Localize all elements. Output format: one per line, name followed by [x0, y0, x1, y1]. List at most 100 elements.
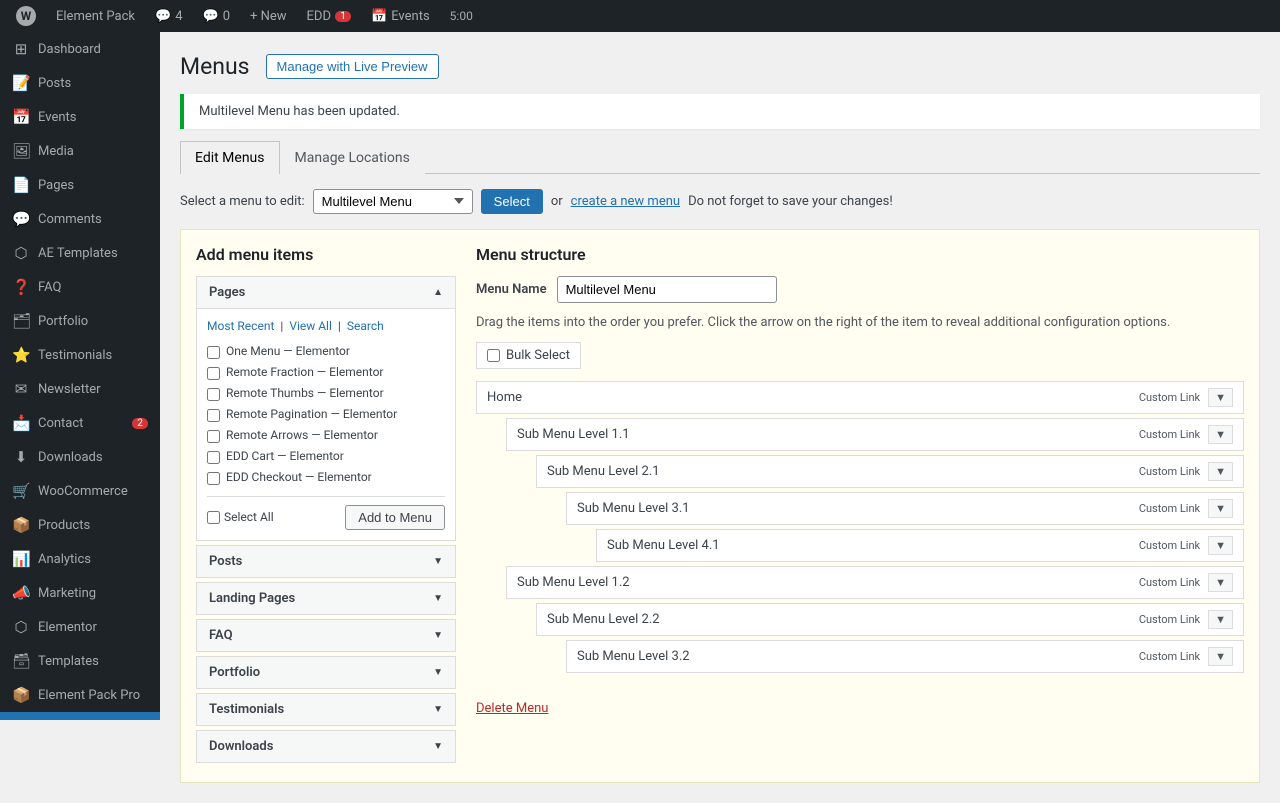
sidebar-item-contact[interactable]: 📩 Contact 2	[0, 406, 160, 440]
sidebar-item-newsletter[interactable]: ✉ Newsletter	[0, 372, 160, 406]
page-title: Menus	[180, 52, 250, 82]
delete-menu-link[interactable]: Delete Menu	[476, 701, 548, 716]
accordion-portfolio-title[interactable]: Portfolio ▼	[197, 657, 455, 688]
accordion-pages-title[interactable]: Pages ▲	[197, 277, 455, 308]
downloads-icon: ⬇	[12, 448, 30, 466]
sub-1-1-expand-arrow[interactable]: ▼	[1208, 425, 1233, 444]
sidebar-item-downloads[interactable]: ⬇ Downloads	[0, 440, 160, 474]
sub-1-2-expand-arrow[interactable]: ▼	[1208, 573, 1233, 592]
most-recent-tab[interactable]: Most Recent	[207, 319, 274, 333]
accordion-downloads-title[interactable]: Downloads ▼	[197, 731, 455, 762]
menu-item-sub-3-2[interactable]: Sub Menu Level 3.2 Custom Link ▼	[566, 640, 1244, 673]
tab-manage-locations[interactable]: Manage Locations	[280, 141, 425, 174]
sidebar-item-events[interactable]: 📅 Events	[0, 100, 160, 134]
bulk-select-label[interactable]: Bulk Select	[476, 342, 581, 369]
menu-item-sub-1-1[interactable]: Sub Menu Level 1.1 Custom Link ▼	[506, 418, 1244, 451]
menu-item-sub-3-1[interactable]: Sub Menu Level 3.1 Custom Link ▼	[566, 492, 1244, 525]
sub-2-1-expand-arrow[interactable]: ▼	[1208, 462, 1233, 481]
page-item-1[interactable]: Remote Fraction — Elementor	[207, 362, 445, 383]
comment-icon: 💬	[155, 9, 171, 24]
faq-chevron-icon: ▼	[433, 630, 443, 641]
admin-bar-time: 5:00	[442, 9, 481, 23]
sidebar-item-ae-templates[interactable]: ⬡ AE Templates	[0, 236, 160, 270]
page-item-5[interactable]: EDD Cart — Elementor	[207, 446, 445, 467]
page-item-4[interactable]: Remote Arrows — Elementor	[207, 425, 445, 446]
accordion-testimonials: Testimonials ▼	[196, 693, 456, 726]
admin-bar-events[interactable]: 📅 Events	[363, 0, 438, 32]
sub-4-1-expand-arrow[interactable]: ▼	[1208, 536, 1233, 555]
accordion-pages-content: Most Recent | View All | Search One Menu…	[197, 308, 455, 540]
manage-preview-button[interactable]: Manage with Live Preview	[266, 54, 439, 79]
faq-icon: ❓	[12, 278, 30, 296]
sidebar-item-elementor[interactable]: ⬡ Elementor	[0, 610, 160, 644]
accordion-posts-title[interactable]: Posts ▼	[197, 546, 455, 577]
admin-bar-new[interactable]: + New	[242, 0, 295, 32]
menu-name-row: Menu Name	[476, 276, 1244, 303]
sidebar-item-pages[interactable]: 📄 Pages	[0, 168, 160, 202]
wpbody-content: Menus Manage with Live Preview Multileve…	[160, 32, 1280, 803]
add-menu-items-panel: Add menu items Pages ▲ Most Recent |	[196, 245, 456, 767]
sidebar-item-woocommerce[interactable]: 🛒 WooCommerce	[0, 474, 160, 508]
menu-name-label: Menu Name	[476, 282, 547, 297]
wp-logo[interactable]: W	[8, 0, 44, 32]
admin-bar: W Element Pack 💬 4 💬 0 + New EDD 1 📅 Eve…	[0, 0, 1280, 32]
sidebar-item-products[interactable]: 📦 Products	[0, 508, 160, 542]
update-notice: Multilevel Menu has been updated.	[180, 94, 1260, 129]
menu-structure-heading: Menu structure	[476, 245, 1244, 264]
sidebar-item-testimonials[interactable]: ⭐ Testimonials	[0, 338, 160, 372]
menu-item-sub-1-2[interactable]: Sub Menu Level 1.2 Custom Link ▼	[506, 566, 1244, 599]
menu-select-dropdown[interactable]: Multilevel Menu	[313, 189, 473, 214]
menu-item-sub-4-1[interactable]: Sub Menu Level 4.1 Custom Link ▼	[596, 529, 1244, 562]
page-item-2[interactable]: Remote Thumbs — Elementor	[207, 383, 445, 404]
accordion-faq-title[interactable]: FAQ ▼	[197, 620, 455, 651]
sidebar-item-appearance[interactable]: 🎨 Appearance	[0, 712, 160, 720]
accordion-landing-pages: Landing Pages ▼	[196, 582, 456, 615]
sidebar-item-faq[interactable]: ❓ FAQ	[0, 270, 160, 304]
sidebar-item-posts[interactable]: 📝 Posts	[0, 66, 160, 100]
edd-badge: 1	[335, 11, 351, 22]
add-to-menu-button[interactable]: Add to Menu	[345, 505, 445, 530]
updates-icon: 💬	[203, 9, 219, 24]
landing-pages-chevron-icon: ▼	[433, 593, 443, 604]
search-tab[interactable]: Search	[347, 319, 384, 333]
sidebar-item-dashboard[interactable]: ⊞ Dashboard	[0, 32, 160, 66]
accordion-testimonials-title[interactable]: Testimonials ▼	[197, 694, 455, 725]
admin-bar-comments[interactable]: 💬 4	[147, 0, 191, 32]
home-expand-arrow[interactable]: ▼	[1208, 388, 1233, 407]
menu-name-input[interactable]	[557, 276, 777, 303]
page-item-0[interactable]: One Menu — Elementor	[207, 341, 445, 362]
menu-item-sub-2-2[interactable]: Sub Menu Level 2.2 Custom Link ▼	[536, 603, 1244, 636]
sub-3-2-expand-arrow[interactable]: ▼	[1208, 647, 1233, 666]
sidebar-item-media[interactable]: 🖼 Media	[0, 134, 160, 168]
site-title[interactable]: Element Pack	[48, 0, 143, 32]
select-all-label[interactable]: Select All	[207, 510, 274, 524]
tab-edit-menus[interactable]: Edit Menus	[180, 141, 280, 174]
admin-bar-updates[interactable]: 💬 0	[195, 0, 239, 32]
posts-icon: 📝	[12, 74, 30, 92]
sidebar-item-marketing[interactable]: 📣 Marketing	[0, 576, 160, 610]
notice-message: Multilevel Menu has been updated.	[199, 104, 1245, 119]
menu-item-home[interactable]: Home Custom Link ▼	[476, 381, 1244, 414]
page-item-6[interactable]: EDD Checkout — Elementor	[207, 467, 445, 488]
menu-editor-wrap: Add menu items Pages ▲ Most Recent |	[196, 245, 1244, 767]
or-text: or	[551, 194, 563, 209]
create-menu-link[interactable]: create a new menu	[571, 194, 680, 209]
menu-editor-bg: Add menu items Pages ▲ Most Recent |	[180, 229, 1260, 783]
accordion-downloads: Downloads ▼	[196, 730, 456, 763]
select-menu-button[interactable]: Select	[481, 189, 543, 214]
sidebar-item-comments[interactable]: 💬 Comments	[0, 202, 160, 236]
admin-bar-edd[interactable]: EDD 1	[299, 0, 359, 32]
accordion-landing-pages-title[interactable]: Landing Pages ▼	[197, 583, 455, 614]
sidebar-item-element-pack-pro[interactable]: 📦 Element Pack Pro	[0, 678, 160, 712]
menu-structure-panel: Menu structure Menu Name Drag the items …	[476, 245, 1244, 716]
sub-3-1-expand-arrow[interactable]: ▼	[1208, 499, 1233, 518]
view-all-tab[interactable]: View All	[289, 319, 332, 333]
sidebar-item-portfolio[interactable]: 🗂 Portfolio	[0, 304, 160, 338]
sidebar-item-analytics[interactable]: 📊 Analytics	[0, 542, 160, 576]
page-item-3[interactable]: Remote Pagination — Elementor	[207, 404, 445, 425]
select-all-checkbox[interactable]	[207, 511, 220, 524]
sub-2-2-expand-arrow[interactable]: ▼	[1208, 610, 1233, 629]
sidebar-item-templates[interactable]: 🗃 Templates	[0, 644, 160, 678]
bulk-select-checkbox[interactable]	[487, 349, 500, 362]
menu-item-sub-2-1[interactable]: Sub Menu Level 2.1 Custom Link ▼	[536, 455, 1244, 488]
